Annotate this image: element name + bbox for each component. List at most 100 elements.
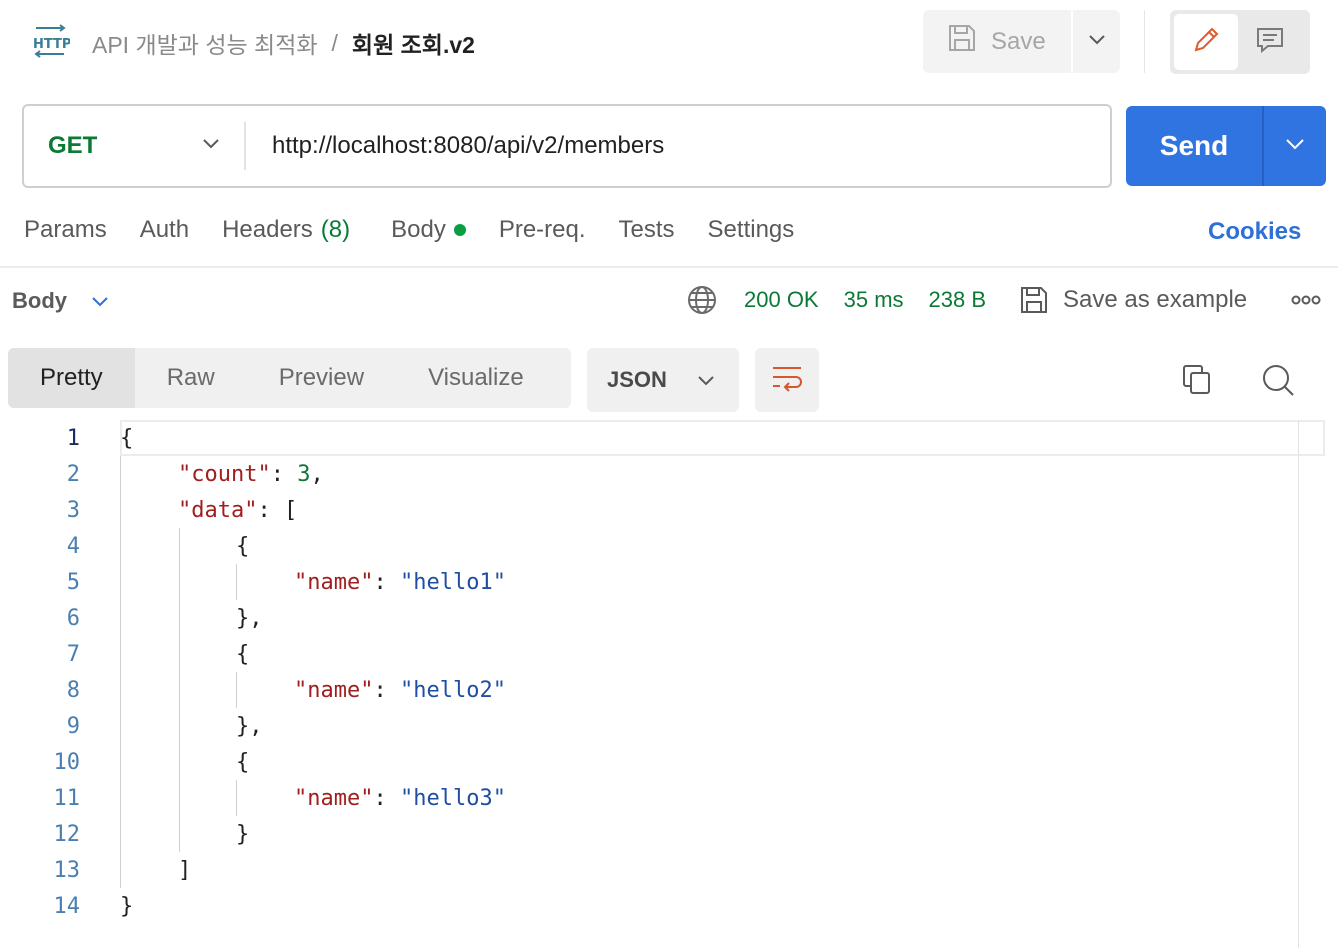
save-as-example-label: Save as example — [1063, 286, 1248, 313]
view-tab-pretty[interactable]: Pretty — [8, 348, 135, 408]
wrap-lines-icon — [770, 363, 804, 398]
line-number: 11 — [53, 785, 81, 811]
json-string: "hello3" — [399, 785, 506, 811]
tab-auth[interactable]: Auth — [140, 216, 189, 244]
tab-prereq[interactable]: Pre-req. — [499, 216, 586, 244]
line-number: 2 — [66, 461, 80, 487]
save-button[interactable]: Save — [923, 10, 1071, 73]
code-text: } — [236, 821, 250, 847]
tab-body[interactable]: Body — [391, 216, 466, 244]
line-number: 9 — [66, 713, 80, 739]
code-line: 6 }, — [0, 600, 1338, 636]
tab-headers[interactable]: Headers (8) — [222, 216, 350, 244]
code-line: 7 { — [0, 636, 1338, 672]
response-meta: 200 OK 35 ms 238 B Save as example — [686, 284, 1247, 316]
tab-params[interactable]: Params — [24, 216, 107, 244]
breadcrumb-separator: / — [331, 29, 338, 56]
save-options-button[interactable] — [1071, 10, 1120, 73]
send-button[interactable]: Send — [1126, 106, 1262, 186]
line-number: 10 — [53, 749, 81, 775]
wrap-lines-button[interactable] — [755, 348, 819, 412]
code-text: } — [120, 893, 134, 919]
request-tabs: Params Auth Headers (8) Body Pre-req. Te… — [24, 216, 827, 244]
more-icon[interactable] — [1290, 292, 1322, 313]
globe-icon[interactable] — [686, 284, 718, 316]
code-line: 5 "name": "hello1" — [0, 564, 1338, 600]
chevron-down-icon — [202, 137, 220, 155]
copy-icon[interactable] — [1180, 362, 1214, 401]
code-line: 10 { — [0, 744, 1338, 780]
code-line: 9 }, — [0, 708, 1338, 744]
status-code[interactable]: 200 OK — [744, 287, 819, 313]
response-view-tabs: Pretty Raw Preview Visualize — [8, 348, 571, 408]
response-body-editor[interactable]: 1 { 2 "count": 3, 3 "data": [ 4 { 5 "nam… — [0, 420, 1338, 948]
chevron-down-icon — [1285, 137, 1305, 155]
chevron-down-icon — [91, 288, 109, 314]
line-number: 14 — [53, 893, 81, 919]
view-tab-raw[interactable]: Raw — [135, 348, 247, 408]
code-line: 13 ] — [0, 852, 1338, 888]
line-number: 3 — [66, 497, 80, 523]
cookies-link[interactable]: Cookies — [1208, 218, 1301, 246]
tab-body-label: Body — [391, 216, 446, 243]
top-bar: HTTP API 개발과 성능 최적화 / 회원 조회.v2 Save — [0, 0, 1338, 84]
method-select[interactable]: GET — [24, 122, 246, 170]
body-indicator-dot — [453, 224, 466, 236]
code-text: { — [236, 533, 250, 559]
chevron-down-icon — [1088, 33, 1106, 51]
edit-mode-button[interactable] — [1174, 14, 1238, 70]
code-line: 12 } — [0, 816, 1338, 852]
send-group: Send — [1126, 106, 1326, 186]
response-size[interactable]: 238 B — [929, 287, 987, 313]
json-key: "name" — [294, 785, 374, 811]
toolbar-divider — [1144, 10, 1145, 73]
json-key: "name" — [294, 677, 374, 703]
code-text: }, — [236, 605, 263, 631]
send-options-button[interactable] — [1262, 106, 1326, 186]
code-line: 3 "data": [ — [0, 492, 1338, 528]
code-text: { — [236, 749, 250, 775]
pencil-icon — [1190, 24, 1222, 61]
save-label: Save — [991, 27, 1046, 55]
breadcrumb: API 개발과 성능 최적화 / 회원 조회.v2 — [92, 26, 475, 60]
save-example-icon — [1019, 285, 1049, 315]
url-input[interactable]: http://localhost:8080/api/v2/members — [246, 132, 664, 160]
comment-mode-button[interactable] — [1238, 14, 1302, 70]
json-number: 3 — [297, 461, 311, 487]
code-text: ] — [178, 857, 192, 883]
comment-icon — [1254, 24, 1286, 61]
search-icon[interactable] — [1260, 362, 1296, 403]
json-key: "data" — [178, 497, 258, 523]
request-url-bar: GET http://localhost:8080/api/v2/members — [22, 104, 1112, 188]
line-number: 6 — [66, 605, 80, 631]
tab-tests[interactable]: Tests — [619, 216, 675, 244]
view-tab-preview[interactable]: Preview — [247, 348, 396, 408]
request-title[interactable]: 회원 조회.v2 — [352, 26, 475, 60]
chevron-down-icon — [697, 367, 715, 393]
line-number: 4 — [66, 533, 80, 559]
line-number: 1 — [66, 425, 80, 451]
save-as-example-button[interactable]: Save as example — [1019, 285, 1247, 315]
mode-toggle — [1170, 10, 1310, 74]
tab-settings[interactable]: Settings — [708, 216, 795, 244]
view-tab-visualize[interactable]: Visualize — [396, 348, 556, 408]
format-label: JSON — [607, 367, 667, 392]
response-body-select[interactable]: Body — [12, 288, 109, 314]
editor-scrollbar[interactable] — [1298, 420, 1299, 948]
breadcrumb-collection[interactable]: API 개발과 성능 최적화 — [92, 26, 318, 60]
tab-headers-label: Headers — [222, 216, 313, 243]
code-line: 11 "name": "hello3" — [0, 780, 1338, 816]
save-group: Save — [923, 10, 1120, 73]
format-select[interactable]: JSON — [587, 348, 739, 412]
line-number: 7 — [66, 641, 80, 667]
line-number: 13 — [53, 857, 81, 883]
section-divider — [0, 266, 1338, 268]
line-number: 8 — [66, 677, 80, 703]
response-time[interactable]: 35 ms — [844, 287, 904, 313]
code-text: { — [120, 425, 134, 451]
line-number: 12 — [53, 821, 81, 847]
code-text: "count": 3, — [178, 461, 324, 487]
code-line: 8 "name": "hello2" — [0, 672, 1338, 708]
json-key: "count" — [178, 461, 271, 487]
code-text: "data": [ — [178, 497, 298, 523]
